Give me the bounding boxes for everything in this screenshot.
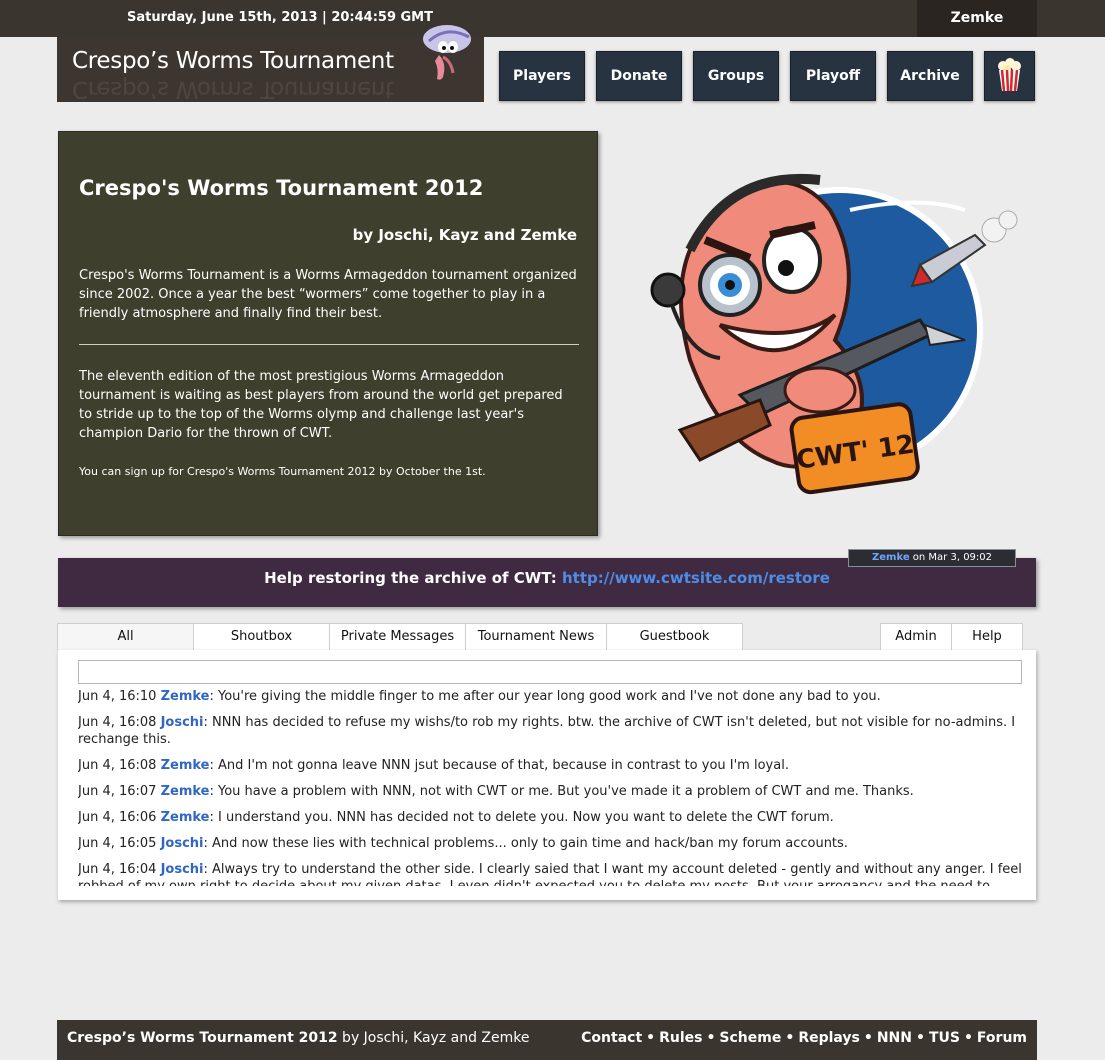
shout-input[interactable] [78, 660, 1022, 684]
site-logo[interactable]: Crespo’s Worms Tournament Crespo’s Worms… [57, 25, 484, 102]
tab-admin[interactable]: Admin [880, 623, 952, 651]
cwt12-mascot-image: CWT' 12 [650, 173, 1018, 495]
message-author[interactable]: Zemke [161, 784, 210, 799]
message-author[interactable]: Zemke [161, 758, 210, 773]
footer: Crespo’s Worms Tournament 2012 by Joschi… [57, 1020, 1037, 1060]
message-time: Jun 4, 16:08 [78, 715, 157, 730]
footer-link-replays[interactable]: Replays [798, 1030, 860, 1046]
message-time: Jun 4, 16:10 [78, 689, 157, 704]
worm-mascot-icon [423, 25, 471, 80]
intro-panel: Crespo's Worms Tournament 2012 by Joschi… [58, 131, 598, 536]
announcement-text: Help restoring the archive of CWT: [264, 569, 562, 587]
nav-popcorn-button[interactable] [984, 51, 1035, 101]
tab-tournament-news[interactable]: Tournament News [465, 623, 607, 651]
message-author[interactable]: Zemke [161, 810, 210, 825]
footer-link-rules[interactable]: Rules [659, 1030, 702, 1046]
footer-credits: Crespo’s Worms Tournament 2012 by Joschi… [67, 1030, 529, 1046]
tab-help[interactable]: Help [951, 623, 1023, 651]
nav-players-button[interactable]: Players [499, 51, 585, 101]
message-time: Jun 4, 16:04 [78, 862, 157, 877]
announcement-author[interactable]: Zemke [872, 552, 910, 563]
footer-separator: • [863, 1030, 873, 1046]
message-time: Jun 4, 16:07 [78, 784, 157, 799]
shoutbox-panel: Jun 4, 16:10 Zemke: You're giving the mi… [58, 650, 1036, 900]
tab-all[interactable]: All [57, 623, 194, 651]
message-author[interactable]: Joschi [161, 836, 204, 851]
popcorn-icon [998, 58, 1021, 92]
message-time: Jun 4, 16:08 [78, 758, 157, 773]
nav-archive-button[interactable]: Archive [887, 51, 973, 101]
footer-link-forum[interactable]: Forum [977, 1030, 1027, 1046]
list-item: Jun 4, 16:10 Zemke: You're giving the mi… [78, 688, 1022, 705]
server-datetime: Saturday, June 15th, 2013 | 20:44:59 GMT [127, 10, 433, 25]
intro-divider [79, 344, 579, 345]
nav-donate-button[interactable]: Donate [596, 51, 682, 101]
message-text: : You have a problem with NNN, not with … [209, 784, 914, 799]
message-author[interactable]: Joschi [161, 715, 204, 730]
message-time: Jun 4, 16:06 [78, 810, 157, 825]
site-logo-reflection: Crespo’s Worms Tournament [72, 76, 394, 102]
list-item: Jun 4, 16:06 Zemke: I understand you. NN… [78, 809, 1022, 826]
list-item: Jun 4, 16:08 Joschi: NNN has decided to … [78, 714, 1022, 748]
message-text: : And now these lies with technical prob… [203, 836, 848, 851]
footer-separator: • [785, 1030, 795, 1046]
footer-link-scheme[interactable]: Scheme [719, 1030, 781, 1046]
list-item: Jun 4, 16:08 Zemke: And I'm not gonna le… [78, 757, 1022, 774]
announcement-link[interactable]: http://www.cwtsite.com/restore [562, 569, 830, 587]
message-text: : NNN has decided to refuse my wishs/to … [78, 715, 1016, 747]
list-item: Jun 4, 16:04 Joschi: Always try to under… [78, 861, 1022, 886]
footer-link-nnn[interactable]: NNN [877, 1030, 912, 1046]
intro-signup-note: You can sign up for Crespo's Worms Tourn… [79, 465, 486, 478]
footer-link-tus[interactable]: TUS [929, 1030, 960, 1046]
footer-separator: • [646, 1030, 656, 1046]
footer-title: Crespo’s Worms Tournament 2012 [67, 1030, 338, 1046]
tab-shoutbox[interactable]: Shoutbox [193, 623, 330, 651]
nav-groups-button[interactable]: Groups [693, 51, 779, 101]
site-logo-text: Crespo’s Worms Tournament [72, 48, 394, 74]
message-time: Jun 4, 16:05 [78, 836, 157, 851]
footer-separator: • [706, 1030, 716, 1046]
list-item: Jun 4, 16:05 Joschi: And now these lies … [78, 835, 1022, 852]
cwt12-badge: CWT' 12 [789, 402, 920, 495]
list-item: Jun 4, 16:07 Zemke: You have a problem w… [78, 783, 1022, 800]
intro-title: Crespo's Worms Tournament 2012 [79, 176, 484, 200]
footer-link-contact[interactable]: Contact [581, 1030, 642, 1046]
top-bar: Saturday, June 15th, 2013 | 20:44:59 GMT… [0, 0, 1105, 37]
message-author[interactable]: Joschi [161, 862, 204, 877]
footer-authors: by Joschi, Kayz and Zemke [337, 1030, 530, 1046]
message-text: : Always try to understand the other sid… [78, 862, 1022, 886]
footer-separator: • [963, 1030, 973, 1046]
intro-authors: by Joschi, Kayz and Zemke [352, 226, 577, 244]
announcement-date: on Mar 3, 09:02 [909, 552, 993, 563]
tab-guestbook[interactable]: Guestbook [606, 623, 743, 651]
footer-separator: • [916, 1030, 925, 1046]
message-author[interactable]: Zemke [161, 689, 210, 704]
footer-links: Contact • Rules • Scheme • Replays • NNN • TUS • For… [581, 1030, 1027, 1046]
announcement-meta: Zemke on Mar 3, 09:02 [848, 549, 1016, 567]
message-text: : You're giving the middle finger to me … [209, 689, 881, 704]
intro-paragraph-1: Crespo's Worms Tournament is a Worms Arm… [79, 268, 577, 321]
tab-private-messages[interactable]: Private Messages [329, 623, 466, 651]
message-text: : And I'm not gonna leave NNN jsut becau… [209, 758, 789, 773]
current-user[interactable]: Zemke [917, 0, 1037, 37]
nav-playoff-button[interactable]: Playoff [790, 51, 876, 101]
message-list[interactable]: Jun 4, 16:10 Zemke: You're giving the mi… [78, 688, 1022, 886]
intro-paragraph-2: The eleventh edition of the most prestig… [79, 369, 563, 441]
message-text: : I understand you. NNN has decided not … [209, 810, 834, 825]
